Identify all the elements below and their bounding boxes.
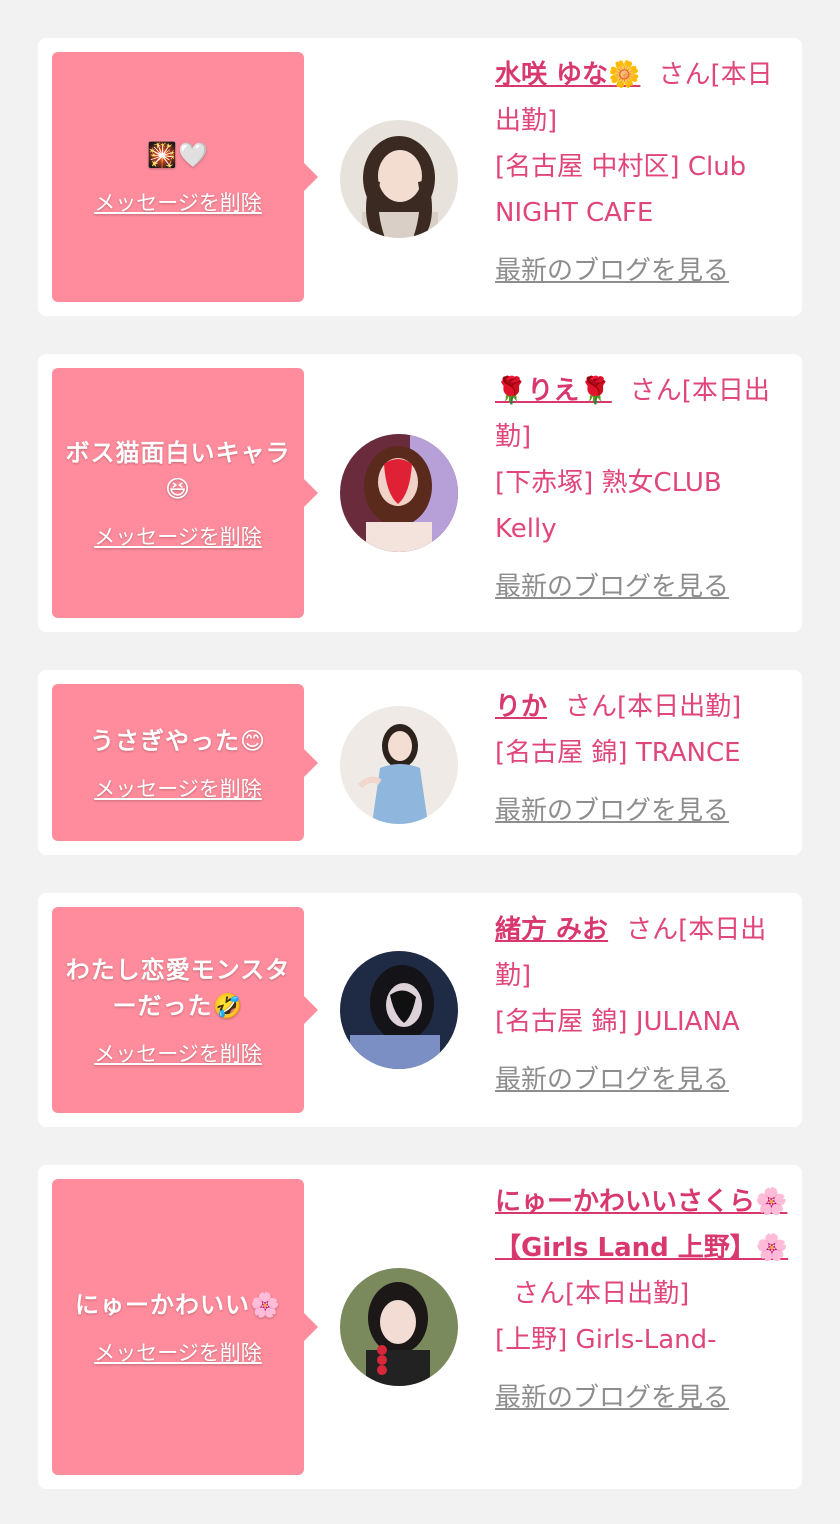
message-card: にゅーかわいい🌸 メッセージを削除 にゅーかわいいさくら🌸【Girls Land…	[38, 1165, 802, 1489]
cast-info: 緒方 みお さん[本日出勤] [名古屋 錦] JULIANA 最新のブログを見る	[495, 907, 791, 1103]
shop-label: [名古屋 中村区] Club NIGHT CAFE	[495, 152, 747, 228]
girl-photo-avatar-icon	[340, 434, 458, 552]
message-list: 🎇🤍 メッセージを削除 水咲 ゆな🌼 さん[本日出勤] [名古屋 中村区] Clu…	[0, 0, 840, 1524]
message-card: うさぎやった😊 メッセージを削除 りか さん[本日出勤] [名古屋 錦] TRAN…	[38, 670, 802, 855]
blog-link[interactable]: 最新のブログを見る	[495, 248, 729, 294]
message-card: 🎇🤍 メッセージを削除 水咲 ゆな🌼 さん[本日出勤] [名古屋 中村区] Clu…	[38, 38, 802, 316]
message-bubble: ボス猫面白いキャラ😆 メッセージを削除	[52, 368, 318, 618]
shop-label: [名古屋 錦] TRANCE	[495, 738, 741, 768]
avatar[interactable]	[340, 1268, 458, 1386]
cast-name-link[interactable]: 緒方 みお	[495, 915, 608, 945]
message-bubble: わたし恋愛モンスターだった🤣 メッセージを削除	[52, 907, 318, 1113]
cast-name-link[interactable]: にゅーかわいいさくら🌸【Girls Land 上野】🌸	[495, 1187, 788, 1263]
message-text: わたし恋愛モンスターだった🤣	[65, 956, 291, 1020]
shop-label: [下赤塚] 熟女CLUB Kelly	[495, 468, 722, 544]
avatar[interactable]	[340, 120, 458, 238]
delete-message-link[interactable]: メッセージを削除	[94, 1038, 262, 1068]
girl-photo-avatar-icon	[340, 706, 458, 824]
cast-name-link[interactable]: りか	[495, 692, 547, 722]
girl-photo-avatar-icon	[340, 951, 458, 1069]
cast-name-link[interactable]: 🌹りえ🌹	[495, 376, 612, 406]
blog-link[interactable]: 最新のブログを見る	[495, 1057, 729, 1103]
status-label: さん[本日出勤]	[565, 692, 742, 722]
status-label: さん[本日出勤]	[513, 1279, 690, 1309]
message-text: ボス猫面白いキャラ😆	[65, 439, 291, 503]
message-text: 🎇🤍	[147, 141, 209, 169]
girl-photo-avatar-icon	[340, 1268, 458, 1386]
girl-photo-avatar-icon	[340, 120, 458, 238]
cast-name-link[interactable]: 水咲 ゆな🌼	[495, 60, 640, 90]
message-card: わたし恋愛モンスターだった🤣 メッセージを削除 緒方 みお さん[本日出勤] [名…	[38, 893, 802, 1127]
cast-info: 🌹りえ🌹 さん[本日出勤] [下赤塚] 熟女CLUB Kelly 最新のブログを見…	[495, 368, 791, 610]
message-bubble: 🎇🤍 メッセージを削除	[52, 52, 318, 302]
message-bubble: にゅーかわいい🌸 メッセージを削除	[52, 1179, 318, 1475]
shop-label: [名古屋 錦] JULIANA	[495, 1007, 740, 1037]
message-text: にゅーかわいい🌸	[75, 1291, 281, 1319]
avatar[interactable]	[340, 706, 458, 824]
blog-link[interactable]: 最新のブログを見る	[495, 564, 729, 610]
blog-link[interactable]: 最新のブログを見る	[495, 788, 729, 834]
cast-info: にゅーかわいいさくら🌸【Girls Land 上野】🌸 さん[本日出勤] [上野]…	[495, 1179, 791, 1421]
delete-message-link[interactable]: メッセージを削除	[94, 521, 262, 551]
delete-message-link[interactable]: メッセージを削除	[94, 1337, 262, 1367]
avatar[interactable]	[340, 434, 458, 552]
delete-message-link[interactable]: メッセージを削除	[94, 773, 262, 803]
shop-label: [上野] Girls-Land-	[495, 1325, 717, 1355]
cast-info: りか さん[本日出勤] [名古屋 錦] TRANCE 最新のブログを見る	[495, 684, 791, 834]
blog-link[interactable]: 最新のブログを見る	[495, 1375, 729, 1421]
message-bubble: うさぎやった😊 メッセージを削除	[52, 684, 318, 841]
cast-info: 水咲 ゆな🌼 さん[本日出勤] [名古屋 中村区] Club NIGHT CAFE…	[495, 52, 791, 294]
delete-message-link[interactable]: メッセージを削除	[94, 187, 262, 217]
message-card: ボス猫面白いキャラ😆 メッセージを削除 🌹りえ🌹 さん[本日出勤] [下赤塚] 熟…	[38, 354, 802, 632]
avatar[interactable]	[340, 951, 458, 1069]
message-text: うさぎやった😊	[89, 726, 267, 755]
